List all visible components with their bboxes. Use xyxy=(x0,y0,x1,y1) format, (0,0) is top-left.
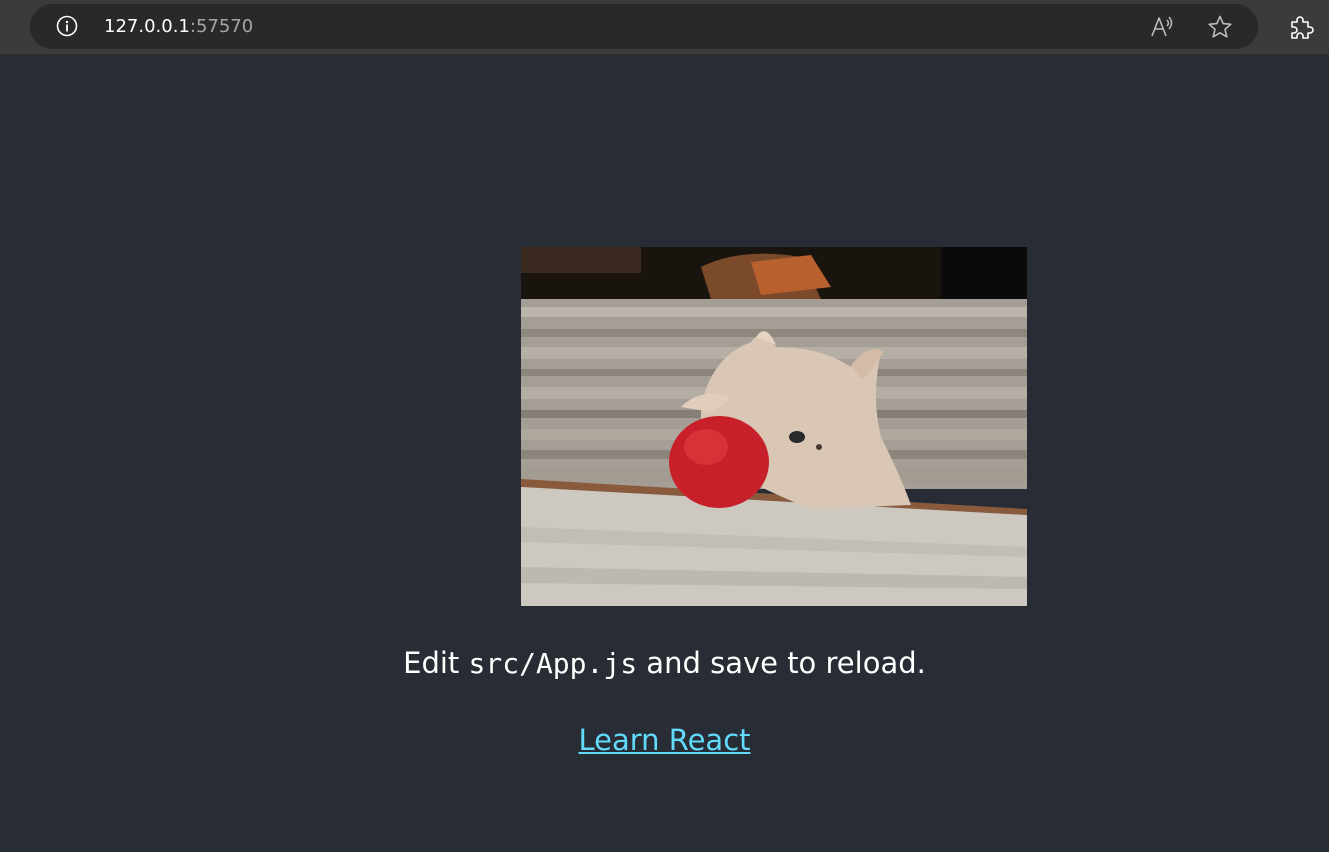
edit-suffix: and save to reload. xyxy=(637,646,926,680)
url-port: :57570 xyxy=(189,16,254,37)
browser-toolbar: 127.0.0.1:57570 xyxy=(0,0,1329,55)
puzzle-icon[interactable] xyxy=(1287,13,1315,41)
learn-react-link[interactable]: Learn React xyxy=(578,723,750,757)
address-bar[interactable]: 127.0.0.1:57570 xyxy=(30,4,1258,49)
edit-code-path: src/App.js xyxy=(468,647,638,680)
url-host: 127.0.0.1 xyxy=(104,16,190,37)
edit-instruction-text: Edit src/App.js and save to reload. xyxy=(0,643,1329,684)
learn-link-container: Learn React xyxy=(0,720,1329,760)
app-logo-image xyxy=(521,247,1027,606)
url-text[interactable]: 127.0.0.1:57570 xyxy=(104,16,253,38)
info-icon[interactable] xyxy=(56,15,78,37)
app-header: Edit src/App.js and save to reload. Lear… xyxy=(0,55,1329,852)
edit-prefix: Edit xyxy=(403,646,469,680)
read-aloud-icon[interactable] xyxy=(1148,14,1176,40)
star-icon[interactable] xyxy=(1206,14,1234,40)
